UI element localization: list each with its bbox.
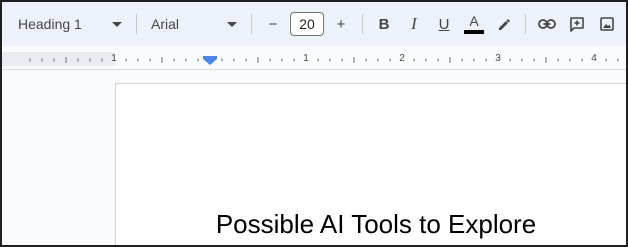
underline-icon: U [438, 15, 450, 33]
decrease-font-size-button[interactable]: − [258, 10, 288, 38]
font-family-dropdown[interactable]: Arial [143, 10, 245, 38]
italic-button[interactable]: I [399, 10, 429, 38]
add-comment-button[interactable] [562, 10, 592, 38]
indent-marker-icon[interactable] [203, 56, 217, 65]
text-color-swatch [464, 30, 484, 34]
toolbar-divider [251, 14, 252, 34]
minus-icon: − [268, 15, 278, 33]
link-icon [538, 19, 556, 29]
toolbar-divider [136, 14, 137, 34]
insert-image-icon [600, 17, 614, 31]
font-size-value: 20 [299, 16, 315, 32]
paragraph-style-value: Heading 1 [18, 16, 82, 32]
ruler-label: 4 [591, 53, 597, 64]
ruler-label: 1 [303, 53, 309, 64]
document-page[interactable]: Possible AI Tools to Explore [115, 83, 626, 245]
bold-button[interactable]: B [369, 10, 399, 38]
ruler-ticks: 1 1 2 3 4 [29, 53, 619, 65]
font-family-value: Arial [151, 16, 180, 32]
italic-icon: I [411, 14, 417, 33]
dropdown-caret-icon [112, 21, 122, 27]
text-color-icon: A [464, 14, 484, 34]
formatting-toolbar: Heading 1 Arial − 20 + B I U A [2, 2, 626, 46]
insert-link-button[interactable] [532, 10, 562, 38]
ruler-label: 1 [111, 53, 117, 64]
highlight-color-button[interactable] [489, 10, 519, 38]
increase-font-size-button[interactable]: + [326, 10, 356, 38]
document-heading[interactable]: Possible AI Tools to Explore [116, 209, 626, 240]
editor-window: Heading 1 Arial − 20 + B I U A 1 1 2 3 4… [0, 0, 628, 247]
paragraph-style-dropdown[interactable]: Heading 1 [10, 10, 130, 38]
highlighter-icon [499, 19, 510, 30]
document-canvas: Possible AI Tools to Explore [2, 71, 626, 245]
ruler-label: 3 [495, 53, 501, 64]
toolbar-divider [362, 14, 363, 34]
text-color-button[interactable]: A [459, 10, 489, 38]
ruler-label: 2 [399, 53, 405, 64]
add-comment-icon [570, 17, 584, 32]
toolbar-divider [525, 14, 526, 34]
dropdown-caret-icon [227, 21, 237, 27]
font-size-input[interactable]: 20 [290, 12, 324, 36]
underline-button[interactable]: U [429, 10, 459, 38]
horizontal-ruler[interactable]: 1 1 2 3 4 [2, 46, 626, 70]
text-color-letter: A [469, 13, 479, 29]
plus-icon: + [336, 15, 346, 33]
insert-image-button[interactable] [592, 10, 622, 38]
bold-icon: B [378, 15, 390, 33]
